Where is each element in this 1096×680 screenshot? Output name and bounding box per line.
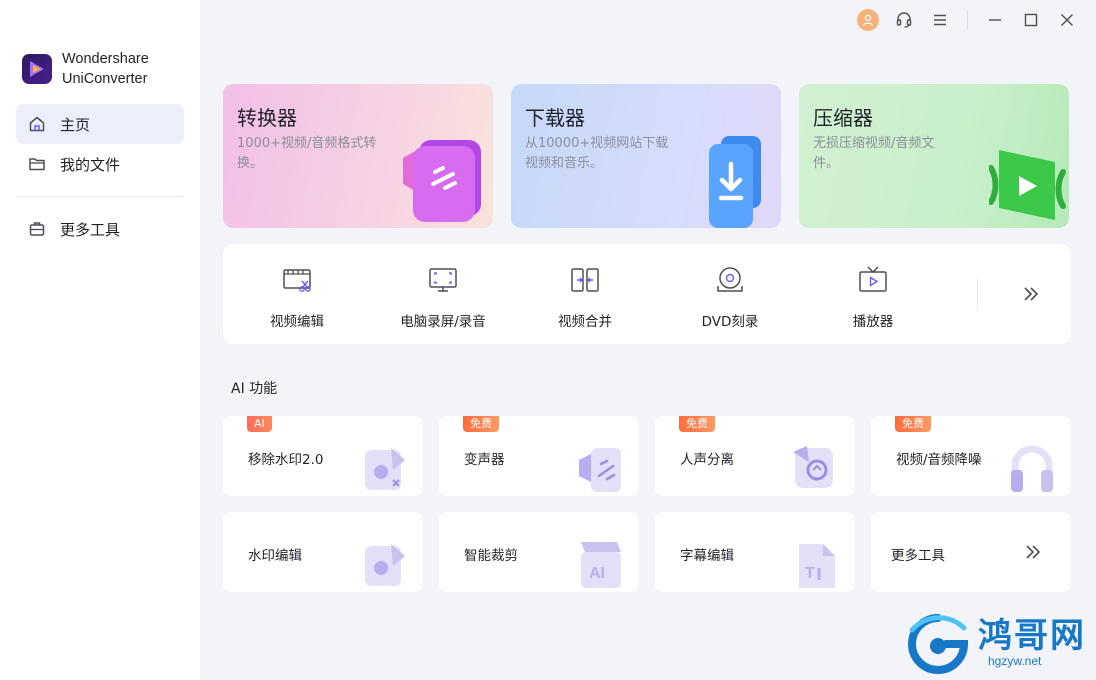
video-edit-icon — [283, 269, 311, 292]
menu-icon[interactable] — [929, 9, 951, 31]
converter-title: 转换器 — [237, 106, 297, 130]
tools-divider — [977, 278, 978, 310]
brand-line1: Wondershare — [62, 51, 149, 67]
title-bar — [857, 8, 1078, 32]
downloader-title: 下载器 — [525, 106, 585, 130]
tool-label: DVD刻录 — [701, 314, 759, 330]
compressor-title: 压缩器 — [813, 106, 873, 130]
card-label: 水印编辑 — [248, 548, 302, 564]
smart-crop-icon: AI — [581, 542, 621, 588]
nav-main: 主页 我的文件 — [16, 104, 184, 184]
watermark-editor-icon — [365, 544, 405, 586]
tool-label: 播放器 — [852, 314, 894, 330]
downloader-desc: 从10000+视频网站下载视频和音乐。 — [525, 136, 669, 171]
maximize-icon[interactable] — [1020, 9, 1042, 31]
ai-section-heading: AI 功能 — [231, 381, 278, 397]
tools-bar: 视频编辑 电脑录屏/录音 视频合并 DVD刻录 播放器 — [223, 244, 1071, 344]
headphones-icon — [1011, 445, 1053, 492]
vocal-remover-icon — [793, 446, 833, 488]
card-label: 人声分离 — [680, 452, 734, 468]
tool-dvd-burn[interactable]: DVD刻录 — [660, 244, 800, 344]
compressor-icon — [989, 150, 1066, 220]
free-badge: 免费 — [895, 416, 931, 432]
card-label: 变声器 — [464, 452, 505, 468]
minimize-icon[interactable] — [984, 9, 1006, 31]
card-label: 视频/音频降噪 — [896, 452, 982, 468]
tool-player[interactable]: 播放器 — [803, 244, 943, 344]
ai-card-noise-reduction[interactable]: 免费 视频/音频降噪 — [871, 416, 1071, 496]
remove-watermark-icon — [365, 448, 405, 490]
screen-record-icon — [429, 268, 457, 292]
ai-card-vocal-remover[interactable]: 免费 人声分离 — [655, 416, 855, 496]
converter-desc: 1000+视频/音频格式转换。 — [237, 136, 377, 171]
player-icon — [859, 266, 887, 292]
avatar[interactable] — [857, 9, 879, 31]
sidebar-item-label: 主页 — [60, 115, 91, 134]
card-label: 移除水印2.0 — [248, 452, 324, 468]
tool-screen-record[interactable]: 电脑录屏/录音 — [373, 244, 513, 344]
card-label: 更多工具 — [891, 548, 945, 564]
sidebar-item-home[interactable]: 主页 — [16, 104, 184, 144]
support-headset-icon[interactable] — [893, 9, 915, 31]
dvd-burn-icon — [717, 267, 743, 292]
converter-card[interactable]: 转换器 1000+视频/音频格式转换。 — [223, 84, 493, 228]
ai-card-remove-watermark[interactable]: AI 移除水印2.0 — [223, 416, 423, 496]
double-chevron-right-icon — [1026, 545, 1041, 559]
card-label: 字幕编辑 — [680, 548, 734, 564]
tool-label: 视频合并 — [558, 314, 612, 330]
close-icon[interactable] — [1056, 9, 1078, 31]
video-merge-icon — [571, 268, 599, 292]
folder-icon — [28, 155, 46, 173]
toolbox-icon — [28, 220, 46, 238]
sidebar-item-my-files[interactable]: 我的文件 — [16, 144, 184, 184]
home-icon — [28, 115, 46, 133]
tool-label: 视频编辑 — [270, 314, 324, 330]
compressor-desc: 无损压缩视频/音频文件。 — [813, 136, 935, 171]
sidebar: Wondershare UniConverter 主页 我的文件 更多工具 — [0, 0, 200, 680]
svg-text:AI: AI — [589, 565, 605, 582]
tool-label: 电脑录屏/录音 — [400, 314, 486, 330]
tool-video-edit[interactable]: 视频编辑 — [227, 244, 367, 344]
ai-card-more-tools[interactable]: 更多工具 — [871, 512, 1071, 592]
free-badge: 免费 — [463, 416, 499, 432]
double-chevron-right-icon[interactable] — [1019, 282, 1043, 306]
sidebar-divider — [16, 196, 184, 197]
ai-badge: AI — [247, 416, 272, 432]
sidebar-item-label: 我的文件 — [60, 155, 121, 174]
svg-text:T: T — [805, 565, 815, 582]
voice-changer-icon — [579, 448, 621, 492]
downloader-card[interactable]: 下载器 从10000+视频网站下载视频和音乐。 — [511, 84, 781, 228]
brand-name: Wondershare UniConverter — [62, 49, 149, 89]
brand: Wondershare UniConverter — [22, 49, 149, 89]
free-badge: 免费 — [679, 416, 715, 432]
ai-card-smart-crop[interactable]: 智能裁剪 AI — [439, 512, 639, 592]
ai-card-voice-changer[interactable]: 免费 变声器 — [439, 416, 639, 496]
watermark-text: 鸿哥网 hgzyw.net — [978, 618, 1086, 668]
compressor-card[interactable]: 压缩器 无损压缩视频/音频文件。 — [799, 84, 1069, 228]
sidebar-item-label: 更多工具 — [60, 220, 121, 239]
tool-video-merge[interactable]: 视频合并 — [515, 244, 655, 344]
watermark-logo-icon — [908, 614, 969, 674]
subtitle-editor-icon: T — [799, 544, 835, 588]
card-label: 智能裁剪 — [464, 548, 518, 564]
titlebar-divider — [967, 11, 968, 29]
ai-card-subtitle-editor[interactable]: 字幕编辑 T — [655, 512, 855, 592]
sidebar-item-more-tools[interactable]: 更多工具 — [16, 209, 184, 249]
converter-icon — [403, 140, 481, 222]
app-logo — [22, 54, 52, 84]
nav-secondary: 更多工具 — [16, 209, 184, 249]
watermark-url: hgzyw.net — [988, 654, 1042, 668]
downloader-icon — [709, 136, 761, 228]
site-watermark: 鸿哥网 hgzyw.net — [906, 612, 1086, 674]
watermark-title: 鸿哥网 — [978, 616, 1086, 656]
ai-card-watermark-editor[interactable]: 水印编辑 — [223, 512, 423, 592]
brand-line2: UniConverter — [62, 71, 148, 87]
